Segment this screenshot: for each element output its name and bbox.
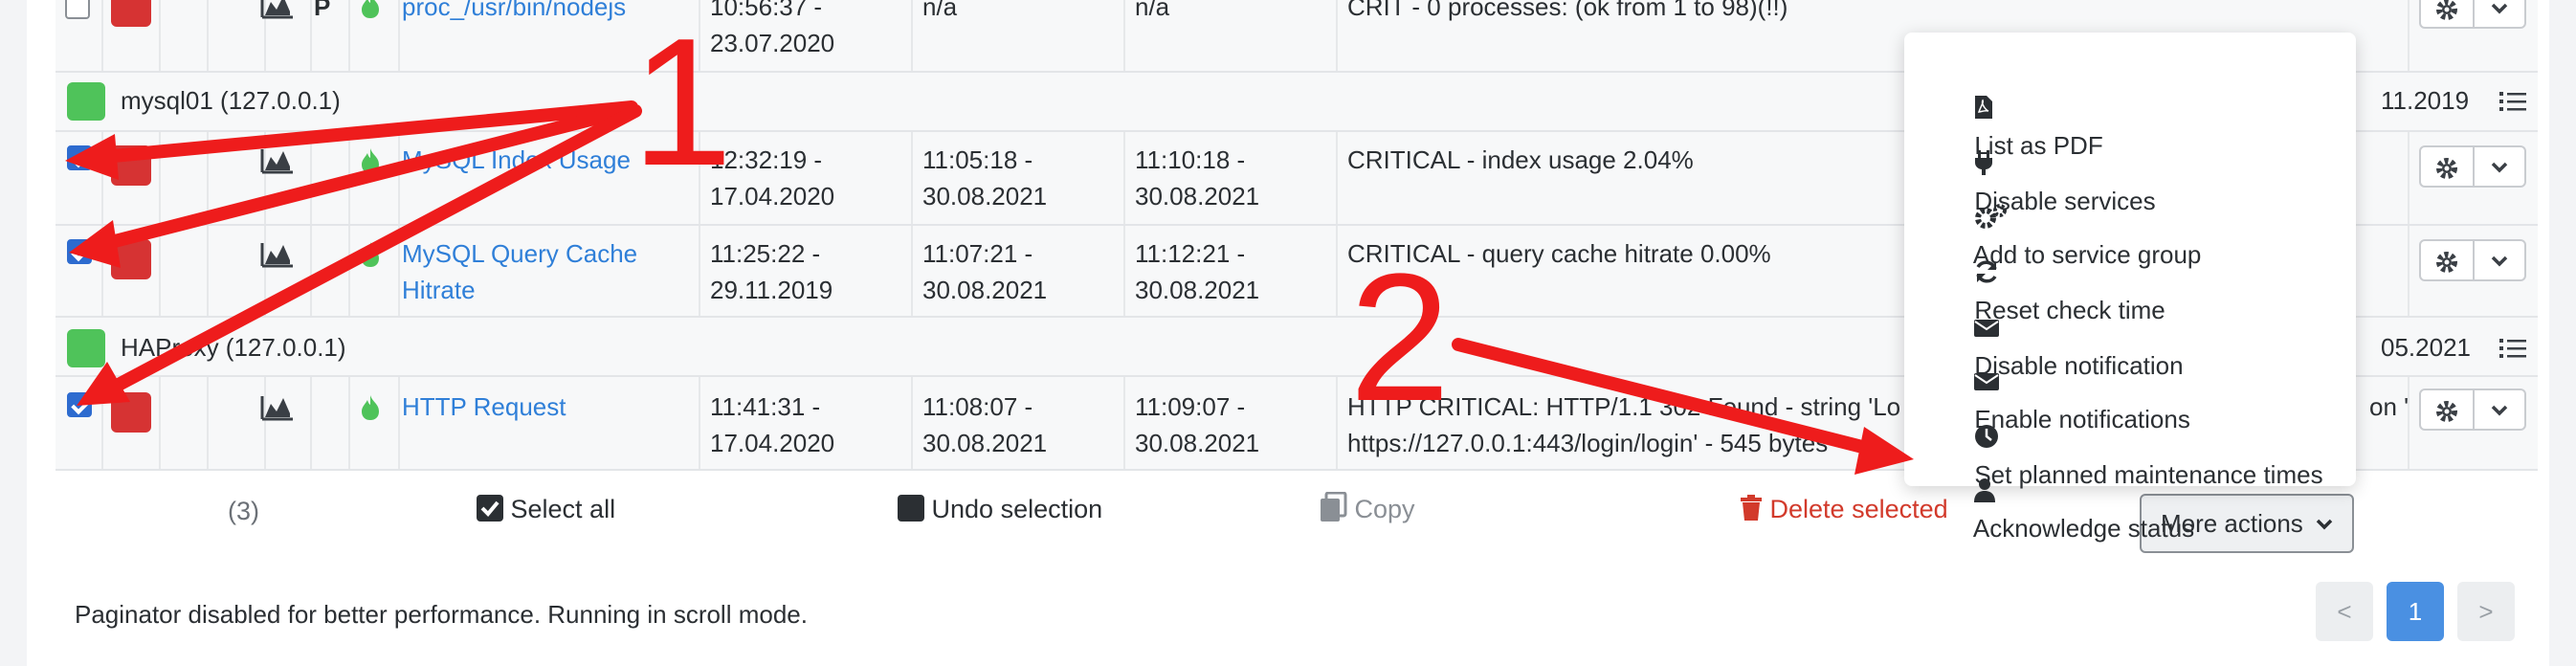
delete-selected-button[interactable]: Delete selected	[1740, 490, 1948, 528]
row-checkbox[interactable]	[67, 239, 92, 264]
list-icon[interactable]	[2499, 337, 2526, 360]
last-check: 11:41:31 -	[710, 392, 821, 421]
service-link-line2[interactable]: Hitrate	[402, 272, 476, 308]
service-output: CRITICAL - query cache hitrate 0.00%	[1347, 239, 1771, 268]
select-all-button[interactable]: Select all	[477, 490, 615, 528]
undo-selection-button[interactable]: Undo selection	[898, 490, 1102, 528]
service-output: CRITICAL - index usage 2.04%	[1347, 145, 1694, 174]
service-link[interactable]: proc_/usr/bin/nodejs	[402, 0, 626, 25]
copy-icon	[1321, 491, 1347, 522]
gear-icon[interactable]	[2435, 400, 2458, 423]
paginator-page-1[interactable]: 1	[2387, 582, 2444, 641]
chevron-down-icon[interactable]	[2490, 2, 2509, 15]
paginator-next-button[interactable]: >	[2457, 582, 2515, 641]
chevron-down-icon[interactable]	[2490, 255, 2509, 268]
service-link[interactable]: MySQL Query Cache	[402, 235, 637, 272]
last-state-change: 11:07:21 -	[922, 239, 1033, 268]
user-icon	[1974, 478, 1996, 502]
menu-item-label: Acknowledge status	[1972, 514, 2195, 543]
next-check-date: 30.08.2021	[1135, 182, 1260, 211]
chevron-down-icon[interactable]	[2490, 161, 2509, 174]
service-flag: P	[314, 0, 331, 21]
delete-selected-label: Delete selected	[1769, 495, 1948, 523]
row-actions	[2419, 145, 2526, 188]
host-name[interactable]: mysql01 (127.0.0.1)	[121, 82, 341, 119]
flame-icon	[362, 0, 379, 18]
service-link[interactable]: MySQL Index Usage	[402, 142, 631, 178]
page: P proc_/usr/bin/nodejs 10:56:37 - 23.07.…	[0, 0, 2576, 666]
status-critical-indicator	[111, 392, 151, 433]
trash-icon	[1741, 495, 1762, 521]
next-check: 11:09:07 -	[1135, 392, 1246, 421]
paginator-note: Paginator disabled for better performanc…	[75, 600, 808, 629]
next-check: 11:10:18 -	[1135, 145, 1246, 174]
chart-icon[interactable]	[260, 145, 295, 174]
host-date: 11.2019	[2381, 86, 2470, 115]
host-date: 05.2021	[2381, 333, 2471, 362]
chevron-down-icon[interactable]	[2490, 404, 2509, 417]
row-actions	[2419, 0, 2526, 29]
paginator-prev-button[interactable]: <	[2316, 582, 2373, 641]
menu-item-acknowledge-status[interactable]: Acknowledge status	[1933, 433, 2194, 586]
chart-icon[interactable]	[260, 239, 295, 268]
service-output: CRIT - 0 processes: (ok from 1 to 98)(!!…	[1347, 0, 1788, 21]
last-check-date: 29.11.2019	[710, 276, 833, 304]
status-critical-indicator	[111, 239, 151, 279]
status-critical-indicator	[111, 145, 151, 186]
more-actions-menu: List as PDF Disable services Add to serv…	[1904, 33, 2356, 543]
chart-icon[interactable]	[260, 392, 295, 421]
gear-icon[interactable]	[2435, 0, 2458, 21]
gear-icon[interactable]	[2435, 251, 2458, 274]
last-state-change-date: 30.08.2021	[922, 276, 1048, 304]
service-output: HTTP CRITICAL: HTTP/1.1 302 Found - stri…	[1347, 392, 1901, 421]
flame-icon	[362, 148, 379, 173]
host-status-ok-indicator	[67, 329, 105, 367]
next-check-date: 30.08.2021	[1135, 429, 1260, 457]
next-check: 11:12:21 -	[1135, 239, 1246, 268]
next-check-date: 30.08.2021	[1135, 276, 1260, 304]
row-actions	[2419, 388, 2526, 431]
host-status-ok-indicator	[67, 82, 105, 121]
list-icon[interactable]	[2499, 90, 2526, 113]
last-check: 10:56:37 -	[710, 0, 823, 21]
service-output-tail: on '	[2369, 392, 2409, 421]
last-state-change-date: 30.08.2021	[922, 429, 1048, 457]
selected-count: (3)	[228, 497, 259, 525]
copy-label: Copy	[1354, 495, 1415, 523]
select-all-label: Select all	[510, 495, 616, 523]
checkbox-empty-icon	[898, 495, 924, 522]
row-checkbox[interactable]	[67, 145, 92, 170]
next-check: n/a	[1135, 0, 1170, 21]
chart-icon[interactable]	[260, 0, 295, 19]
flame-icon	[362, 395, 379, 420]
service-output-line2: https://127.0.0.1:443/login/login' - 545…	[1347, 429, 1829, 457]
last-check-date: 23.07.2020	[710, 29, 835, 57]
last-state-change: 11:08:07 -	[922, 392, 1033, 421]
last-check-date: 17.04.2020	[710, 429, 835, 457]
row-actions	[2419, 239, 2526, 281]
row-checkbox[interactable]	[67, 392, 92, 417]
service-link[interactable]: HTTP Request	[402, 388, 566, 425]
gear-icon[interactable]	[2435, 157, 2458, 180]
last-check: 12:32:19 -	[710, 145, 823, 174]
host-name[interactable]: HAProxy (127.0.0.1)	[121, 329, 346, 366]
copy-button[interactable]: Copy	[1319, 490, 1415, 528]
last-state-change: 11:05:18 -	[922, 145, 1033, 174]
last-check-date: 17.04.2020	[710, 182, 835, 211]
last-state-change-date: 30.08.2021	[922, 182, 1048, 211]
undo-selection-label: Undo selection	[931, 495, 1103, 523]
last-check: 11:25:22 -	[710, 239, 821, 268]
checkbox-checked-icon	[477, 495, 503, 522]
last-state-change: n/a	[922, 0, 958, 21]
flame-icon	[362, 242, 379, 267]
